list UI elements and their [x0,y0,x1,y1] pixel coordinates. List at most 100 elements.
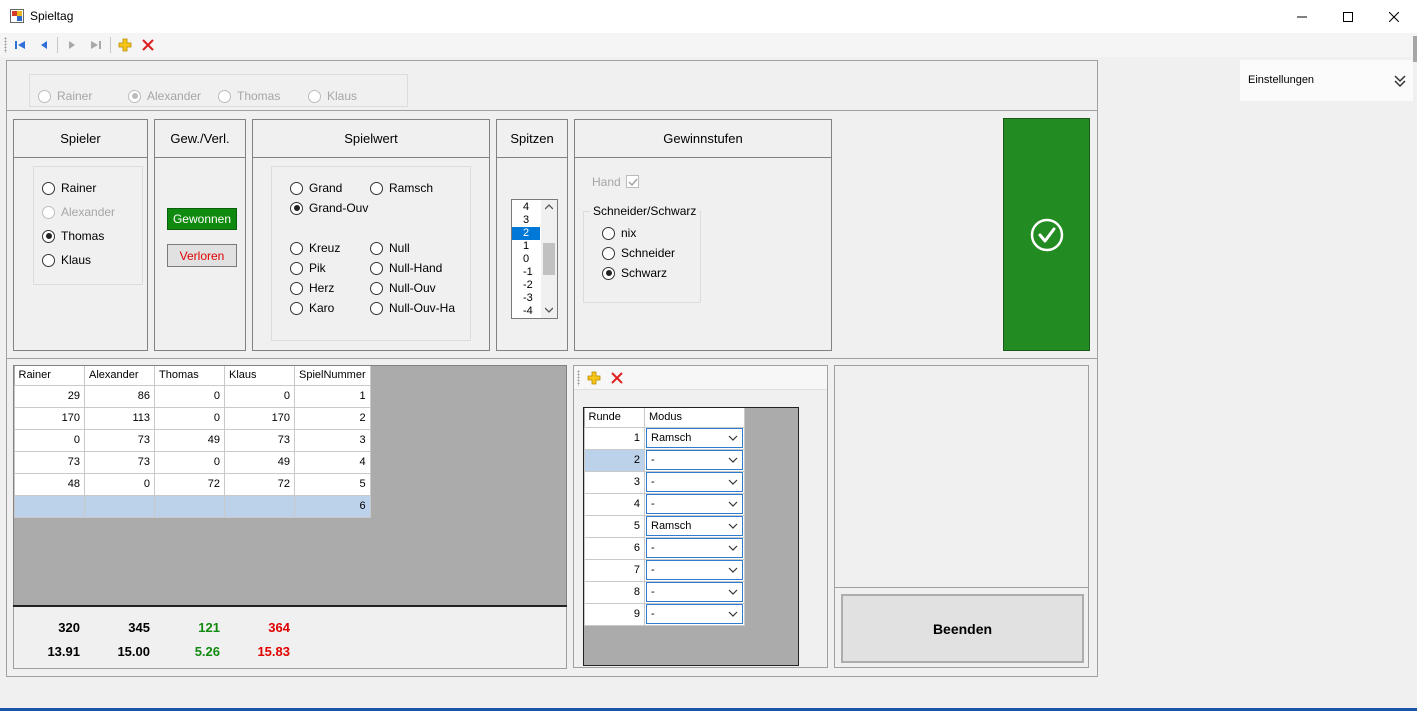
table-cell[interactable]: 113 [84,406,155,430]
table-cell[interactable]: 72 [224,472,295,496]
move-previous-button[interactable] [35,36,53,54]
table-cell[interactable] [224,494,295,518]
table-row[interactable]: 4- [584,492,745,516]
spitzen-item[interactable]: -4 [512,305,540,318]
table-cell[interactable] [154,494,225,518]
table-cell[interactable]: 170 [224,406,295,430]
column-header[interactable]: SpielNummer [294,366,371,386]
top-radio-klaus[interactable]: Klaus [308,89,357,103]
chevron-down-icon[interactable] [728,435,738,441]
spielwert-radio-null-hand[interactable]: Null-Hand [370,261,442,275]
double-chevron-down-icon[interactable] [1394,74,1406,91]
chevron-down-icon[interactable] [728,523,738,529]
mode-combobox[interactable]: Ramsch [646,516,743,536]
confirm-button[interactable] [1003,118,1090,351]
round-number-cell[interactable]: 8 [584,580,645,604]
table-cell[interactable]: 0 [224,384,295,408]
minimize-button[interactable] [1279,0,1325,33]
table-cell[interactable]: 48 [14,472,85,496]
column-header[interactable]: Klaus [224,366,295,386]
column-header[interactable]: Alexander [84,366,155,386]
table-cell[interactable]: 73 [84,450,155,474]
table-row[interactable]: 5 Ramsch [584,514,745,538]
add-button[interactable] [116,36,134,54]
settings-panel[interactable]: Einstellungen [1240,60,1413,101]
round-number-cell[interactable]: 9 [584,602,645,626]
table-row[interactable]: 0 73 49 73 3 [14,428,371,452]
mode-combobox[interactable]: - [646,582,743,602]
mode-combobox[interactable]: - [646,450,743,470]
table-row[interactable]: 29 86 0 0 1 [14,384,371,408]
round-number-cell[interactable]: 6 [584,536,645,560]
spitzen-item[interactable]: -2 [512,279,540,292]
spieler-radio-alexander[interactable]: Alexander [42,205,115,219]
table-cell[interactable]: 29 [14,384,85,408]
table-row[interactable]: 73 73 0 49 4 [14,450,371,474]
spitzen-item[interactable]: 1 [512,240,540,253]
toolbar-grip[interactable] [4,37,7,53]
table-cell[interactable]: 2 [294,406,371,430]
spielwert-radio-kreuz[interactable]: Kreuz [290,241,340,255]
table-row[interactable]: 2- [584,448,745,472]
spitzen-item[interactable]: 4 [512,201,540,214]
chevron-down-icon[interactable] [728,611,738,617]
spitzen-item[interactable]: -1 [512,266,540,279]
table-cell[interactable]: 72 [154,472,225,496]
delete-button[interactable] [139,36,157,54]
chevron-down-icon[interactable] [728,545,738,551]
exit-button[interactable]: Beenden [841,594,1084,663]
top-radio-rainer[interactable]: Rainer [38,89,92,103]
table-cell[interactable]: 0 [154,450,225,474]
top-radio-thomas[interactable]: Thomas [218,89,280,103]
table-cell[interactable]: 0 [154,406,225,430]
spitzen-item[interactable]: 0 [512,253,540,266]
scrollbar-thumb[interactable] [1413,36,1417,62]
spielwert-radio-pik[interactable]: Pik [290,261,326,275]
round-number-cell[interactable]: 5 [584,514,645,538]
mode-combobox[interactable]: - [646,560,743,580]
chevron-up-icon[interactable] [545,204,553,210]
table-cell[interactable]: 6 [294,494,371,518]
table-cell[interactable]: 1 [294,384,371,408]
chevron-down-icon[interactable] [545,307,553,313]
table-cell[interactable]: 73 [224,428,295,452]
table-cell[interactable]: 5 [294,472,371,496]
table-cell[interactable] [84,494,155,518]
spitzen-item[interactable]: 2 [512,227,540,240]
table-cell[interactable]: 86 [84,384,155,408]
table-cell[interactable]: 73 [14,450,85,474]
move-last-button[interactable] [87,36,105,54]
spitzen-item[interactable]: -3 [512,292,540,305]
spieler-radio-klaus[interactable]: Klaus [42,253,91,267]
table-row[interactable]: 170 113 0 170 2 [14,406,371,430]
score-grid[interactable]: Rainer Alexander Thomas Klaus SpielNummer 29 8… [13,365,567,606]
table-cell[interactable]: 4 [294,450,371,474]
spieler-radio-rainer[interactable]: Rainer [42,181,96,195]
spielwert-radio-herz[interactable]: Herz [290,281,334,295]
spitzen-scrollbar[interactable] [541,200,557,318]
column-header[interactable]: Runde [584,408,645,428]
spielwert-radio-null-ouv-ha[interactable]: Null-Ouv-Ha [370,301,455,315]
add-round-button[interactable] [585,369,603,387]
delete-round-button[interactable] [608,369,626,387]
column-header[interactable]: Rainer [14,366,85,386]
close-button[interactable] [1371,0,1417,33]
move-first-button[interactable] [11,36,29,54]
spielwert-radio-null[interactable]: Null [370,241,410,255]
won-button[interactable]: Gewonnen [167,208,237,230]
table-row[interactable]: 6 [14,494,371,518]
maximize-button[interactable] [1325,0,1371,33]
chevron-down-icon[interactable] [728,567,738,573]
spielwert-radio-ramsch[interactable]: Ramsch [370,181,433,195]
round-number-cell[interactable]: 7 [584,558,645,582]
table-cell[interactable]: 170 [14,406,85,430]
table-cell[interactable]: 0 [154,384,225,408]
radio-schneider[interactable]: Schneider [602,246,675,260]
spielwert-radio-null-ouv[interactable]: Null-Ouv [370,281,436,295]
lost-button[interactable]: Verloren [167,244,237,267]
chevron-down-icon[interactable] [728,501,738,507]
table-cell[interactable]: 49 [154,428,225,452]
spieler-radio-thomas[interactable]: Thomas [42,229,104,243]
table-row[interactable]: 1 Ramsch [584,426,745,450]
column-header[interactable]: Thomas [154,366,225,386]
